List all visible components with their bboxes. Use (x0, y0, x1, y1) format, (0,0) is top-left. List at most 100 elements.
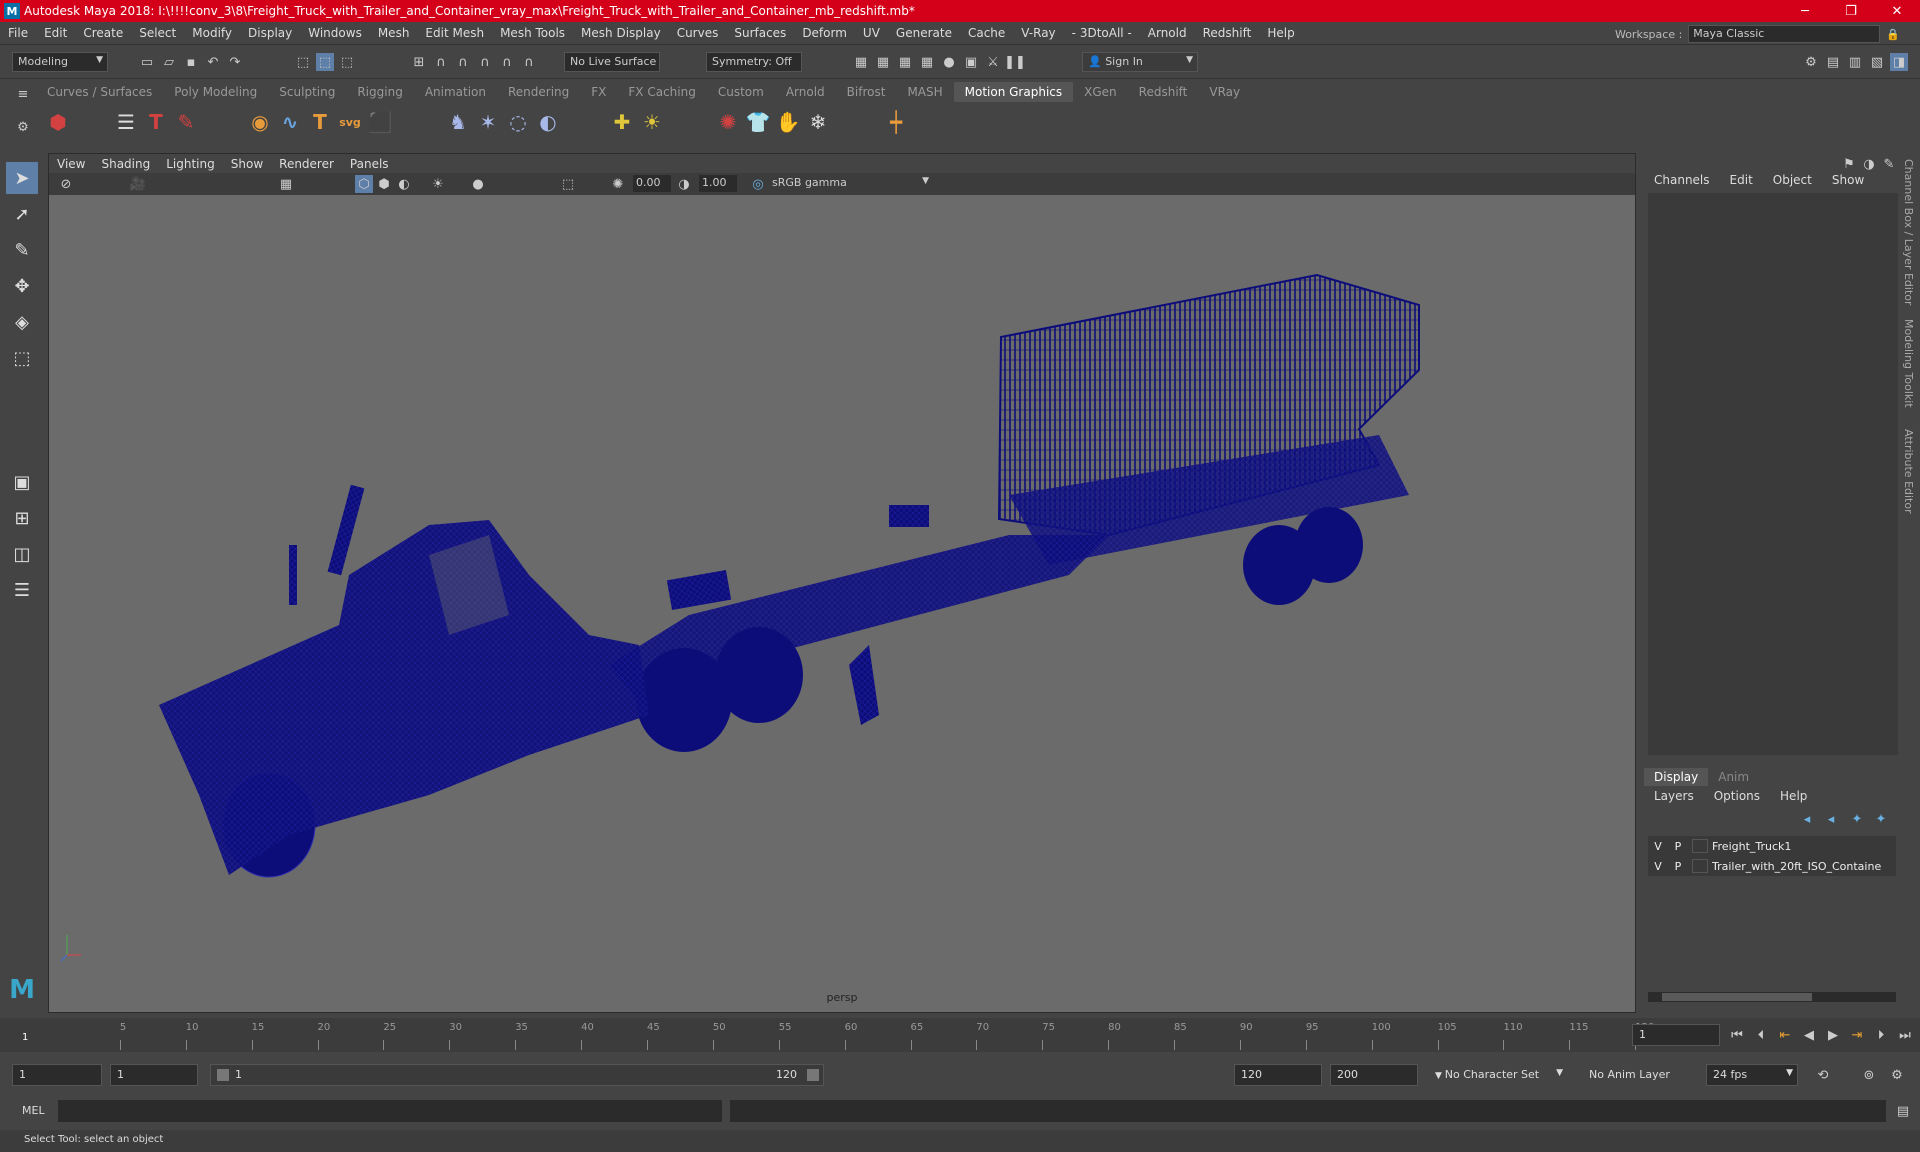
shelf-settings-icon[interactable]: ⚙ (14, 118, 32, 136)
gamma-icon[interactable]: ◑ (675, 175, 693, 193)
deformer-icon[interactable]: ♞ (444, 108, 472, 136)
horizontal-scrollbar[interactable] (1648, 992, 1896, 1002)
menu-arnold[interactable]: Arnold (1140, 26, 1195, 40)
menu-mesh-display[interactable]: Mesh Display (573, 26, 669, 40)
channel-menu-channels[interactable]: Channels (1644, 173, 1720, 187)
channel-box-content[interactable] (1648, 193, 1898, 755)
shadows-icon[interactable]: ● (469, 175, 487, 193)
menu-3dtoall[interactable]: - 3DtoAll - (1064, 26, 1140, 40)
layer-editor-icon[interactable]: ◑ (1860, 155, 1878, 173)
channel-menu-show[interactable]: Show (1822, 173, 1874, 187)
help-menu[interactable]: Help (1770, 787, 1817, 805)
gamma-field[interactable]: 1.00 (699, 175, 737, 192)
menu-create[interactable]: Create (75, 26, 131, 40)
snap-view-icon[interactable]: ∩ (476, 53, 494, 71)
range-start-handle[interactable] (217, 1069, 229, 1081)
ipr-render-icon[interactable]: ▦ (896, 53, 914, 71)
range-end-handle[interactable] (807, 1069, 819, 1081)
select-component-icon[interactable]: ⬚ (338, 53, 356, 71)
scale-tool-icon[interactable]: ⬚ (6, 342, 38, 374)
menu-cache[interactable]: Cache (960, 26, 1013, 40)
animation-preferences-icon[interactable]: ⚙ (1888, 1066, 1906, 1084)
snap-point-icon[interactable]: ∩ (454, 53, 472, 71)
channel-menu-edit[interactable]: Edit (1720, 173, 1763, 187)
current-time-marker[interactable]: 1 (22, 1032, 28, 1043)
menu-uv[interactable]: UV (855, 26, 888, 40)
sign-in-button[interactable]: 👤 Sign In ▼ (1082, 52, 1198, 72)
lock-icon[interactable]: 🔒 (1886, 28, 1900, 41)
sweep-icon[interactable]: ✎ (172, 108, 200, 136)
single-perspective-layout-icon[interactable]: ▣ (6, 466, 38, 498)
snap-curve-icon[interactable]: ∩ (432, 53, 450, 71)
pivot-icon[interactable]: ┿ (882, 108, 910, 136)
pause-viewport-icon[interactable]: ❚❚ (1004, 53, 1026, 71)
shelf-tab-rigging[interactable]: Rigging (346, 82, 413, 102)
menu-display[interactable]: Display (240, 26, 300, 40)
move-tool-icon[interactable]: ✥ (6, 270, 38, 302)
viewport-menu-renderer[interactable]: Renderer (271, 157, 342, 171)
layer-color-swatch[interactable] (1692, 839, 1708, 853)
move-layer-down-icon[interactable]: ◂ (1822, 810, 1840, 828)
viewport-menu-lighting[interactable]: Lighting (158, 157, 223, 171)
tab-channel-box-layer-editor[interactable]: Channel Box / Layer Editor (1902, 159, 1915, 306)
live-surface-field[interactable]: No Live Surface (564, 52, 660, 72)
gear-wheel-icon[interactable]: ✺ (714, 108, 742, 136)
snap-vertex-icon[interactable]: ∩ (520, 53, 538, 71)
shelf-tab-curves-surfaces[interactable]: Curves / Surfaces (36, 82, 163, 102)
layer-row[interactable]: V P Trailer_with_20ft_ISO_Container (1648, 856, 1896, 876)
snap-grid-icon[interactable]: ⊞ (410, 53, 428, 71)
locator-icon[interactable]: ✚ (608, 108, 636, 136)
wireframe-icon[interactable]: ⬡ (355, 175, 373, 193)
viewport-menu-view[interactable]: View (49, 157, 93, 171)
camera-attributes-icon[interactable]: ⊘ (57, 175, 75, 193)
character-set-dropdown[interactable]: ▼ No Character Set ▼ (1428, 1064, 1563, 1086)
shelf-tab-custom[interactable]: Custom (707, 82, 775, 102)
layer-color-swatch[interactable] (1692, 859, 1708, 873)
four-view-layout-icon[interactable]: ⊞ (6, 502, 38, 534)
outliner-toggle-icon[interactable]: ▧ (1868, 53, 1886, 71)
new-layer-selected-icon[interactable]: ✦ (1872, 810, 1890, 828)
shelf-tab-rendering[interactable]: Rendering (497, 82, 580, 102)
shelf-tab-sculpting[interactable]: Sculpting (268, 82, 346, 102)
scrollbar-thumb[interactable] (1662, 993, 1812, 1001)
lights-icon[interactable]: ☀ (429, 175, 447, 193)
type-icon[interactable]: T (306, 108, 334, 136)
shelf-menu-icon[interactable]: ≡ (14, 85, 32, 103)
menu-mesh-tools[interactable]: Mesh Tools (492, 26, 573, 40)
script-language-label[interactable]: MEL (22, 1104, 45, 1117)
step-forward-frame-icon[interactable]: ⏵ (1872, 1026, 1890, 1044)
svg-icon[interactable]: svg (336, 108, 364, 136)
select-object-icon[interactable]: ⬚ (316, 53, 334, 71)
camera-icon[interactable]: 🎥 (129, 175, 147, 193)
visibility-toggle[interactable]: V (1648, 860, 1668, 873)
rotate-tool-icon[interactable]: ◈ (6, 306, 38, 338)
menu-deform[interactable]: Deform (794, 26, 855, 40)
minimize-button[interactable]: ─ (1782, 0, 1828, 22)
viewport-panel[interactable]: View Shading Lighting Show Renderer Panels ⊘ … (48, 153, 1636, 1013)
menu-generate[interactable]: Generate (888, 26, 960, 40)
menu-curves[interactable]: Curves (669, 26, 727, 40)
menu-surfaces[interactable]: Surfaces (726, 26, 794, 40)
smooth-shade-icon[interactable]: ⬢ (375, 175, 393, 193)
render-view-icon[interactable]: ▦ (852, 53, 870, 71)
command-input[interactable] (58, 1100, 722, 1122)
playback-end-field[interactable]: 120 (1234, 1064, 1322, 1086)
wireframe-truck-model[interactable] (49, 195, 1635, 985)
auto-key-icon[interactable]: ⊚ (1860, 1066, 1878, 1084)
step-forward-key-icon[interactable]: ⇥ (1848, 1026, 1866, 1044)
tshirt-icon[interactable]: 👕 (744, 108, 772, 136)
undo-icon[interactable]: ↶ (204, 53, 222, 71)
save-scene-icon[interactable]: ▪ (182, 53, 200, 71)
go-to-end-icon[interactable]: ⏭ (1896, 1026, 1914, 1044)
shelf-tab-fx[interactable]: FX (580, 82, 617, 102)
shelf-tab-mash[interactable]: MASH (896, 82, 953, 102)
exposure-field[interactable]: 0.00 (633, 175, 671, 192)
light-icon[interactable]: ☀ (638, 108, 666, 136)
step-back-key-icon[interactable]: ⇤ (1776, 1026, 1794, 1044)
layers-menu[interactable]: Layers (1644, 787, 1704, 805)
exposure-icon[interactable]: ✺ (609, 175, 627, 193)
timeline-ruler[interactable]: 5 10 15 20 25 30 35 40 45 50 55 60 65 70 75 80 85 90 95 100… (24, 1018, 1654, 1052)
light-editor-icon[interactable]: ⚔ (984, 53, 1002, 71)
menu-help[interactable]: Help (1259, 26, 1302, 40)
select-tool-icon[interactable]: ➤ (6, 162, 38, 194)
